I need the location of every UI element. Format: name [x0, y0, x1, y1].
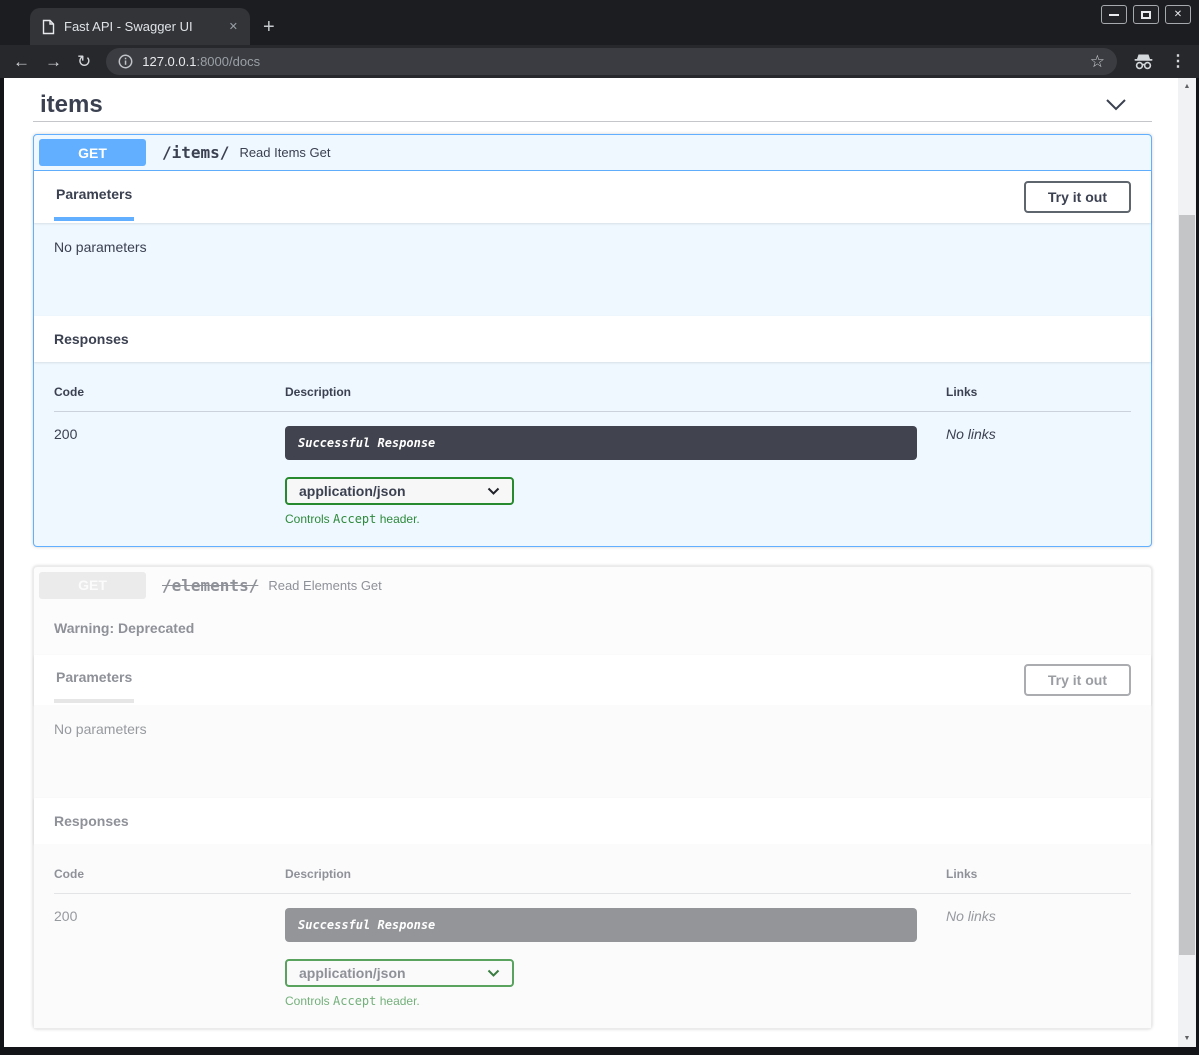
operation-path: /items/ — [162, 143, 229, 162]
browser-titlebar: Fast API - Swagger UI ✕ + ✕ — [0, 0, 1199, 45]
try-it-out-button[interactable]: Try it out — [1024, 664, 1131, 696]
close-button[interactable]: ✕ — [1165, 5, 1191, 24]
parameters-tab: Parameters — [54, 655, 134, 703]
media-type-value: application/json — [299, 965, 406, 981]
opblock-get-items: GET /items/ Read Items Get Parameters Tr… — [33, 134, 1152, 547]
deprecated-warning: Warning: Deprecated — [34, 603, 1151, 655]
url-text: 127.0.0.1:8000/docs — [142, 54, 260, 69]
column-description: Description — [285, 385, 946, 399]
parameters-header: Parameters Try it out — [34, 171, 1151, 223]
method-badge[interactable]: GET — [39, 572, 146, 599]
accept-header-note: Controls Accept header. — [285, 994, 946, 1008]
parameters-tab: Parameters — [54, 171, 134, 221]
response-row: 200 Successful Response application/json… — [54, 412, 1131, 526]
column-description: Description — [285, 867, 946, 881]
page-content: items GET /items/ Read Items Get Paramet… — [4, 78, 1196, 1047]
accept-header-note: Controls Accept header. — [285, 512, 946, 526]
status-code: 200 — [54, 908, 285, 1008]
bookmark-star-icon[interactable]: ☆ — [1090, 53, 1105, 70]
browser-menu-icon[interactable]: ⋮ — [1170, 54, 1186, 70]
no-parameters-text: No parameters — [34, 705, 1151, 798]
chevron-down-icon[interactable] — [1105, 98, 1127, 111]
responses-table: Code Description Links 200 Successful Re… — [34, 844, 1151, 1028]
column-code: Code — [54, 385, 285, 399]
browser-toolbar: ← → ↻ 127.0.0.1:8000/docs ☆ ⋮ — [0, 45, 1199, 78]
media-type-select[interactable]: application/json — [285, 959, 514, 987]
select-chevron-icon — [487, 487, 500, 495]
tab-title: Fast API - Swagger UI — [64, 19, 220, 34]
method-badge[interactable]: GET — [39, 139, 146, 166]
responses-label: Responses — [54, 331, 129, 347]
responses-label: Responses — [54, 813, 129, 829]
responses-header: Responses — [34, 798, 1151, 844]
try-it-out-button[interactable]: Try it out — [1024, 181, 1131, 213]
response-row: 200 Successful Response application/json… — [54, 894, 1131, 1008]
scroll-up-icon[interactable]: ▲ — [1178, 83, 1196, 90]
responses-table: Code Description Links 200 Successful Re… — [34, 362, 1151, 546]
response-description-box: Successful Response — [285, 908, 917, 942]
no-links-text: No links — [946, 426, 1131, 526]
opblock-get-elements-deprecated: GET /elements/ Read Elements Get Warning… — [33, 566, 1152, 1029]
close-icon: ✕ — [1174, 9, 1182, 20]
maximize-button[interactable] — [1133, 5, 1159, 24]
scrollbar[interactable]: ▲ ▼ — [1178, 78, 1196, 1047]
scrollbar-thumb[interactable] — [1179, 215, 1195, 955]
status-code: 200 — [54, 426, 285, 526]
address-bar[interactable]: 127.0.0.1:8000/docs ☆ — [106, 48, 1117, 75]
media-type-select[interactable]: application/json — [285, 477, 514, 505]
reload-icon[interactable]: ↻ — [77, 53, 91, 70]
site-info-icon[interactable] — [118, 54, 133, 69]
tag-section-header[interactable]: items — [33, 88, 1152, 122]
parameters-header: Parameters Try it out — [34, 655, 1151, 705]
incognito-icon — [1132, 53, 1155, 70]
operation-summary-text: Read Elements Get — [268, 578, 381, 593]
response-description-box: Successful Response — [285, 426, 917, 460]
select-chevron-icon — [487, 969, 500, 977]
new-tab-button[interactable]: + — [263, 17, 275, 37]
document-icon — [42, 19, 55, 35]
scroll-down-icon[interactable]: ▼ — [1178, 1035, 1196, 1042]
section-title: items — [40, 91, 103, 119]
url-path: :8000/docs — [196, 54, 260, 69]
responses-header: Responses — [34, 316, 1151, 362]
minimize-button[interactable] — [1101, 5, 1127, 24]
maximize-icon — [1141, 11, 1151, 19]
column-code: Code — [54, 867, 285, 881]
url-host: 127.0.0.1 — [142, 54, 196, 69]
column-links: Links — [946, 867, 1131, 881]
no-links-text: No links — [946, 908, 1131, 1008]
no-parameters-text: No parameters — [34, 223, 1151, 316]
tab-close-icon[interactable]: ✕ — [229, 20, 238, 33]
operation-path: /elements/ — [162, 576, 258, 595]
back-icon[interactable]: ← — [13, 53, 30, 70]
operation-summary[interactable]: GET /elements/ Read Elements Get — [34, 567, 1151, 603]
column-links: Links — [946, 385, 1131, 399]
media-type-value: application/json — [299, 483, 406, 499]
operation-summary[interactable]: GET /items/ Read Items Get — [34, 135, 1151, 171]
minimize-icon — [1109, 14, 1119, 16]
forward-icon[interactable]: → — [45, 53, 62, 70]
operation-summary-text: Read Items Get — [239, 145, 330, 160]
browser-tab[interactable]: Fast API - Swagger UI ✕ — [30, 8, 250, 45]
